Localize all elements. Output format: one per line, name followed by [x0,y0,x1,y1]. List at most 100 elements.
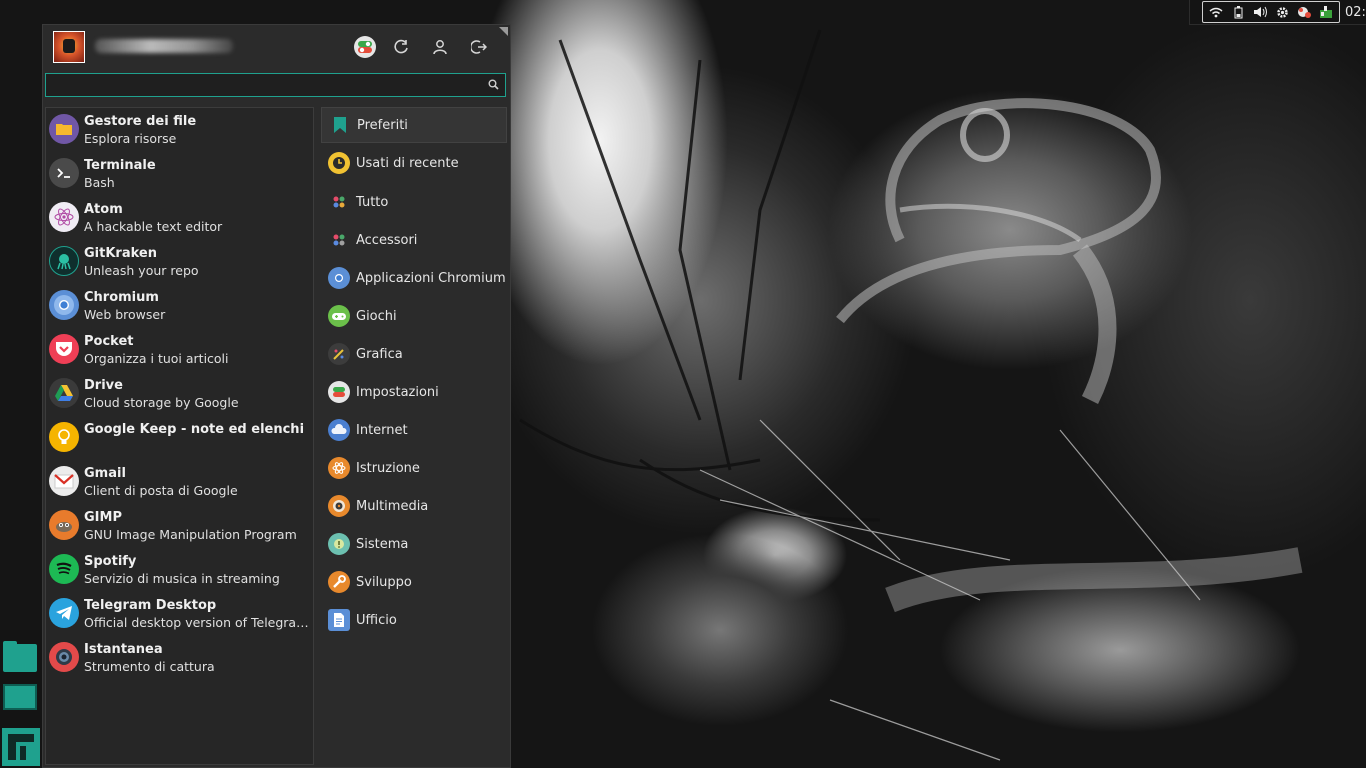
app-name: Gmail [84,466,126,481]
list-item[interactable]: Drive Cloud storage by Google [46,373,313,417]
app-name: Google Keep - note ed elenchi [84,422,305,437]
notification-icon[interactable] [1295,4,1313,20]
list-item[interactable]: Gmail Client di posta di Google [46,461,313,505]
application-menu: Gestore dei file Esplora risorse Termina… [42,24,511,768]
category-grafica[interactable]: Grafica [321,336,507,372]
clock-icon [328,152,350,174]
app-description: Cloud storage by Google [84,395,239,410]
list-item[interactable]: Pocket Organizza i tuoi articoli [46,329,313,373]
app-name: Atom [84,202,123,217]
list-item[interactable]: GitKraken Unleash your repo [46,241,313,285]
settings-icon[interactable] [1273,4,1291,20]
folder-icon [3,641,37,672]
desktop-icon [3,684,37,710]
list-item[interactable]: Telegram Desktop Official desktop versio… [46,593,313,637]
office-icon [328,609,350,631]
clock[interactable]: 02:21 [1345,5,1366,20]
category-label: Usati di recente [356,155,459,171]
app-description: Servizio di musica in streaming [84,571,280,586]
category-ufficio[interactable]: Ufficio [321,602,507,638]
search-input[interactable] [46,74,488,96]
system-icon [328,533,350,555]
category-label: Applicazioni Chromium [356,270,506,286]
app-name: Pocket [84,334,134,349]
app-name: Drive [84,378,123,393]
list-item[interactable]: Terminale Bash [46,153,313,197]
list-item[interactable]: Google Keep - note ed elenchi [46,417,313,461]
telegram-icon [49,598,79,628]
application-menu-button[interactable] [2,728,40,766]
category-label: Ufficio [356,612,397,628]
logout-button[interactable] [467,35,491,59]
category-label: Multimedia [356,498,429,514]
app-description: Strumento di cattura [84,659,215,674]
file-manager-launcher[interactable] [3,641,39,672]
spotify-icon [49,554,79,584]
development-icon [328,571,350,593]
username-blurred [95,39,233,53]
category-label: Preferiti [357,117,408,133]
volume-icon[interactable] [1251,4,1269,20]
accessories-icon [328,229,350,251]
show-desktop-launcher[interactable] [3,684,39,710]
category-label: Accessori [356,232,418,248]
app-name: GIMP [84,510,122,525]
tray-icons-group [1202,1,1340,23]
categories-list: Preferiti Usati di recente Tutto Accesso… [321,107,507,647]
screenshot-icon [49,642,79,672]
gimp-icon [49,510,79,540]
app-description: GNU Image Manipulation Program [84,527,297,542]
app-name: GitKraken [84,246,157,261]
multimedia-icon [328,495,350,517]
category-preferiti[interactable]: Preferiti [321,107,507,143]
category-applicazioni-chromium[interactable]: Applicazioni Chromium [321,260,507,296]
search-bar [45,73,506,97]
manjaro-logo-icon [2,728,40,766]
category-accessori[interactable]: Accessori [321,222,507,258]
app-description: Client di posta di Google [84,483,238,498]
list-item[interactable]: Istantanea Strumento di cattura [46,637,313,681]
switch-user-button[interactable] [428,35,452,59]
app-name: Gestore dei file [84,114,197,129]
google-keep-icon [49,422,79,452]
bookmark-icon [329,114,351,136]
category-giochi[interactable]: Giochi [321,298,507,334]
logout-icon [471,40,487,54]
category-label: Tutto [356,194,389,210]
app-name: Chromium [84,290,159,305]
category-impostazioni[interactable]: Impostazioni [321,374,507,410]
category-label: Impostazioni [356,384,439,400]
list-item[interactable]: Chromium Web browser [46,285,313,329]
terminal-icon [49,158,79,188]
category-label: Grafica [356,346,403,362]
avatar[interactable] [53,31,85,63]
chromium-icon [49,290,79,320]
toggle-switch-button[interactable] [353,35,377,59]
app-description: A hackable text editor [84,219,223,234]
resize-corner-icon[interactable] [499,27,508,36]
menu-header [43,25,510,69]
category-sviluppo[interactable]: Sviluppo [321,564,507,600]
category-tutto[interactable]: Tutto [321,184,507,220]
list-item[interactable]: Spotify Servizio di musica in streaming [46,549,313,593]
app-name: Telegram Desktop [84,598,217,613]
category-usati-di-recente[interactable]: Usati di recente [321,145,507,181]
internet-icon [328,419,350,441]
category-multimedia[interactable]: Multimedia [321,488,507,524]
app-name: Spotify [84,554,137,569]
lock-screen-button[interactable] [390,35,414,59]
category-internet[interactable]: Internet [321,412,507,448]
battery-icon[interactable] [1229,4,1247,20]
list-item[interactable]: Gestore dei file Esplora risorse [46,109,313,153]
pocket-icon [49,334,79,364]
toggle-switch-icon [354,36,376,58]
gitkraken-icon [49,246,79,276]
atom-icon [49,202,79,232]
list-item[interactable]: GIMP GNU Image Manipulation Program [46,505,313,549]
app-description: Esplora risorse [84,131,177,146]
wifi-icon[interactable] [1207,4,1225,20]
update-icon[interactable] [1317,4,1335,20]
category-istruzione[interactable]: Istruzione [321,450,507,486]
list-item[interactable]: Atom A hackable text editor [46,197,313,241]
category-sistema[interactable]: Sistema [321,526,507,562]
